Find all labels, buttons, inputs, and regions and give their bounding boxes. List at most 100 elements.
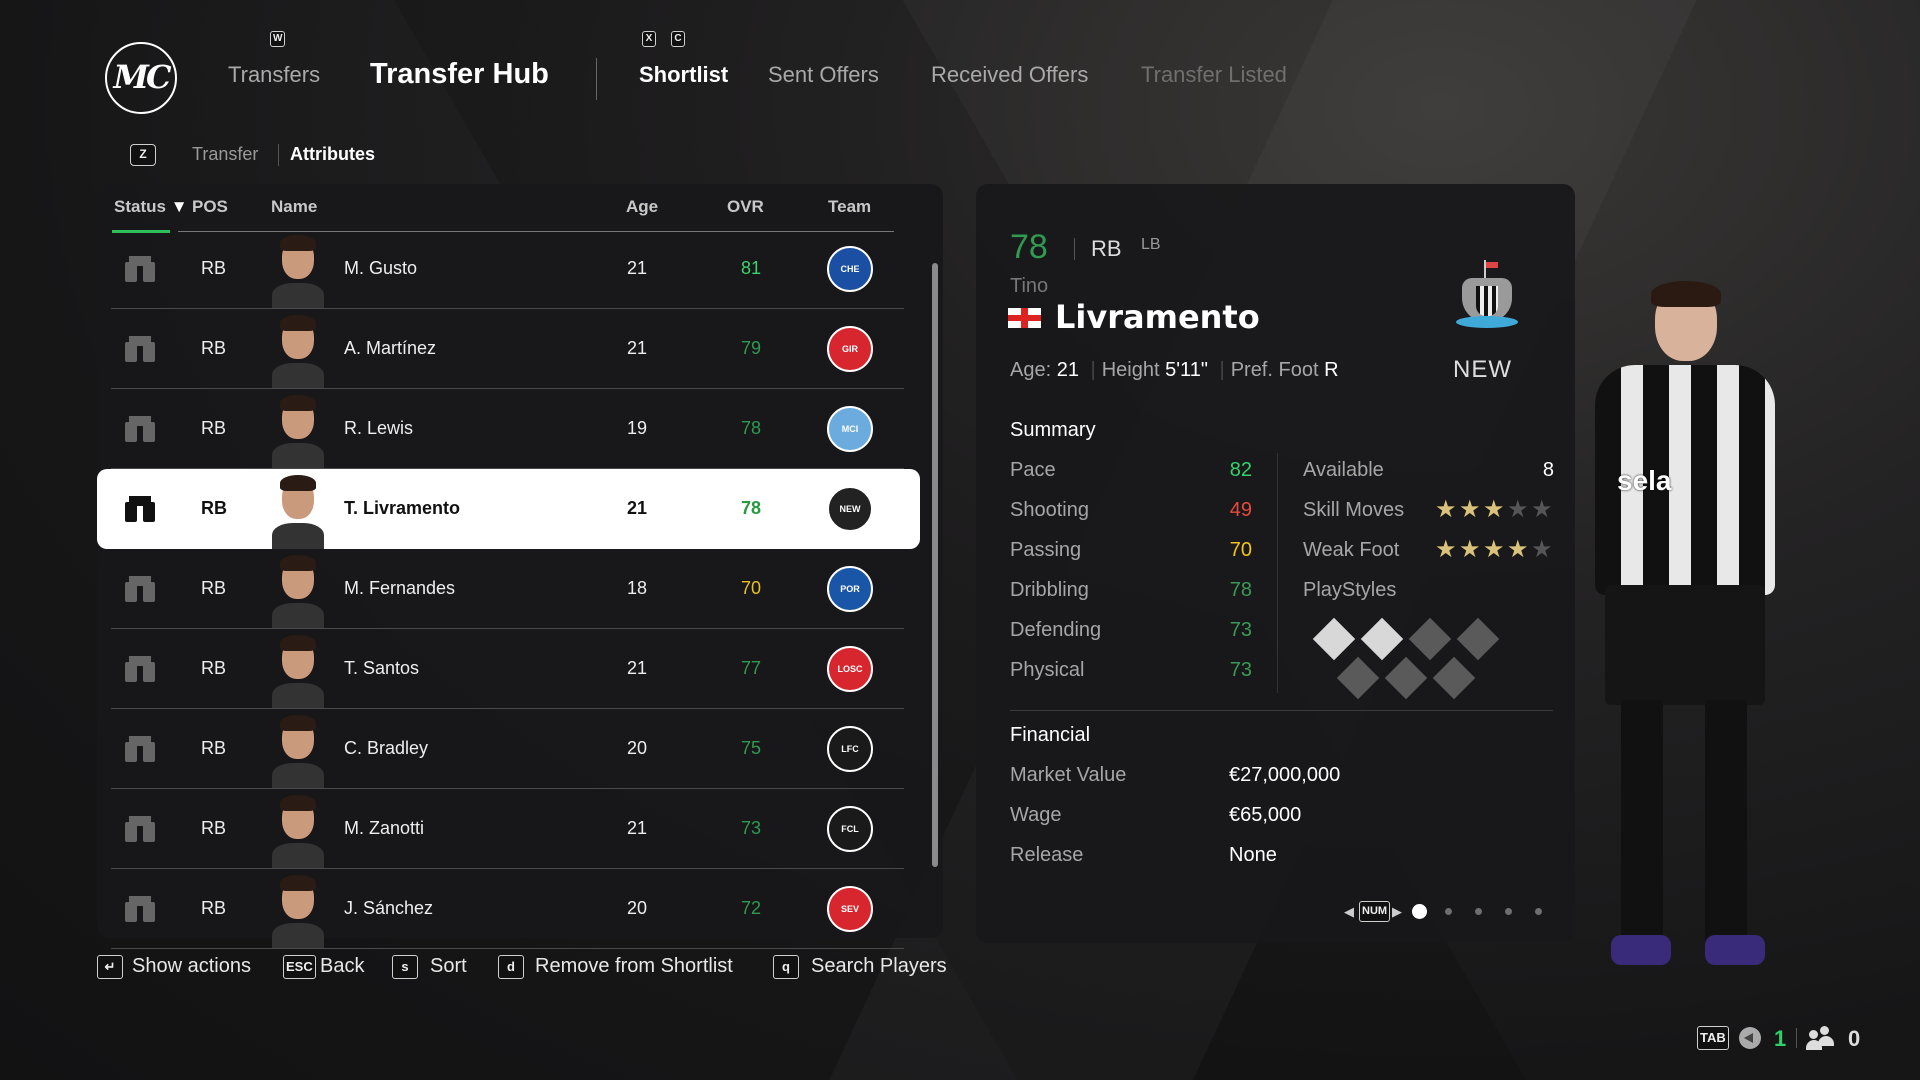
player-age: 19 xyxy=(627,418,648,438)
pager-prev-icon[interactable]: ◀ xyxy=(1344,904,1354,920)
player-ovr: 78 xyxy=(1010,228,1048,266)
player-ovr: 73 xyxy=(741,818,762,838)
player-portrait xyxy=(272,553,324,629)
hint-sort[interactable]: Sort xyxy=(430,955,467,978)
binoculars-icon xyxy=(123,496,157,522)
hint-back[interactable]: Back xyxy=(320,955,364,978)
team-badge-icon: POR xyxy=(827,566,873,612)
stat-value-passing: 70 xyxy=(1229,539,1252,561)
team-badge-icon: NEW xyxy=(827,486,873,532)
stat-value-defending: 73 xyxy=(1229,619,1252,641)
page-dot[interactable] xyxy=(1535,908,1542,915)
playstyles-label: PlayStyles xyxy=(1303,579,1397,601)
column-header-ovr[interactable]: OVR xyxy=(727,197,764,217)
column-header-team[interactable]: Team xyxy=(828,197,871,217)
summary-heading: Summary xyxy=(1010,419,1096,441)
binoculars-icon xyxy=(123,896,157,922)
key-hint-back: ESC xyxy=(283,955,316,979)
page-dot[interactable] xyxy=(1445,908,1452,915)
key-hint-show-actions: ↵ xyxy=(97,955,123,979)
pager-next-icon[interactable]: ▶ xyxy=(1392,904,1402,920)
nav-transfers[interactable]: Transfers xyxy=(228,62,320,88)
player-name: C. Bradley xyxy=(344,738,429,758)
table-row[interactable]: RB M. Zanotti 21 73 FCL xyxy=(97,789,920,869)
star-empty-icon: ★ xyxy=(1531,536,1553,563)
key-hint-tab: TAB xyxy=(1697,1026,1729,1050)
player-portrait xyxy=(272,713,324,789)
player-first-name: Tino xyxy=(1010,275,1049,297)
foot-label: Pref. Foot xyxy=(1230,359,1319,381)
tab-received-offers[interactable]: Received Offers xyxy=(931,62,1088,88)
table-row[interactable]: RB T. Livramento 21 78 NEW xyxy=(97,469,920,549)
hint-show-actions[interactable]: Show actions xyxy=(132,955,251,978)
hint-remove-from-shortlist[interactable]: Remove from Shortlist xyxy=(535,955,733,978)
sponsor-logo: sela xyxy=(1617,465,1672,496)
player-ovr: 79 xyxy=(741,338,762,358)
star-empty-icon: ★ xyxy=(1531,496,1553,523)
player-age: 21 xyxy=(627,338,648,358)
subtab-attributes[interactable]: Attributes xyxy=(290,144,375,165)
table-row[interactable]: RB J. Sánchez 20 72 SEV xyxy=(97,869,920,949)
page-dot[interactable] xyxy=(1412,904,1427,919)
column-header-name[interactable]: Name xyxy=(271,197,317,217)
scrollbar[interactable] xyxy=(932,263,938,867)
star-filled-icon: ★ xyxy=(1507,536,1529,563)
player-pos: RB xyxy=(201,418,227,438)
age-value: 21 xyxy=(1056,359,1079,381)
stat-label-pace: Pace xyxy=(1010,459,1056,481)
column-header-pos[interactable]: POS xyxy=(192,197,228,217)
people-count: 0 xyxy=(1848,1026,1861,1051)
player-ovr: 75 xyxy=(741,738,762,758)
key-hint-x: X xyxy=(642,31,656,47)
tab-shortlist[interactable]: Shortlist xyxy=(639,62,728,88)
binoculars-icon xyxy=(123,256,157,282)
player-ovr: 70 xyxy=(741,578,762,598)
table-row[interactable]: RB R. Lewis 19 78 MCI xyxy=(97,389,920,469)
stat-value-pace: 82 xyxy=(1229,459,1252,481)
stat-label-passing: Passing xyxy=(1010,539,1082,561)
column-divider xyxy=(1277,453,1278,693)
binoculars-icon xyxy=(123,656,157,682)
tab-sent-offers[interactable]: Sent Offers xyxy=(768,62,879,88)
table-row[interactable]: RB M. Gusto 21 81 CHE xyxy=(97,229,920,309)
column-header-age[interactable]: Age xyxy=(626,197,658,217)
height-label: Height xyxy=(1101,359,1160,381)
tab-transfer-listed[interactable]: Transfer Listed xyxy=(1141,62,1287,88)
player-portrait xyxy=(272,313,324,389)
stat-label-dribbling: Dribbling xyxy=(1010,579,1089,601)
market-value-label: Market Value xyxy=(1010,764,1127,786)
team-badge-icon: CHE xyxy=(827,246,873,292)
hint-search-players[interactable]: Search Players xyxy=(811,955,947,978)
player-ovr: 72 xyxy=(741,898,762,918)
team-badge-icon: LFC xyxy=(827,726,873,772)
club-abbreviation: NEW xyxy=(1453,356,1512,383)
mc-logo: MC xyxy=(105,42,177,114)
table-row[interactable]: RB A. Martínez 21 79 GIR xyxy=(97,309,920,389)
player-portrait xyxy=(272,233,324,309)
player-ovr: 78 xyxy=(741,498,762,518)
team-badge-icon: SEV xyxy=(827,886,873,932)
status-label: Status xyxy=(114,197,166,216)
team-badge-icon: LOSC xyxy=(827,646,873,692)
voice-chat-icon xyxy=(1739,1027,1761,1049)
player-pos: RB xyxy=(201,258,227,278)
subtab-transfer[interactable]: Transfer xyxy=(192,144,258,165)
team-badge-icon: GIR xyxy=(827,326,873,372)
table-row[interactable]: RB M. Fernandes 18 70 POR xyxy=(97,549,920,629)
stat-value-dribbling: 78 xyxy=(1229,579,1252,601)
voice-count: 1 xyxy=(1774,1026,1787,1051)
player-portrait xyxy=(272,793,324,869)
star-filled-icon: ★ xyxy=(1483,536,1505,563)
player-pos: RB xyxy=(201,658,227,678)
skill-moves-label: Skill Moves xyxy=(1303,499,1405,521)
column-header-status[interactable]: Status ▼ xyxy=(114,197,188,217)
star-filled-icon: ★ xyxy=(1459,496,1481,523)
player-position: RB xyxy=(1091,236,1122,261)
page-dot[interactable] xyxy=(1505,908,1512,915)
table-row[interactable]: RB C. Bradley 20 75 LFC xyxy=(97,709,920,789)
table-row[interactable]: RB T. Santos 21 77 LOSC xyxy=(97,629,920,709)
financial-heading: Financial xyxy=(1010,724,1091,746)
player-portrait xyxy=(272,473,324,549)
page-dot[interactable] xyxy=(1475,908,1482,915)
player-name: T. Santos xyxy=(344,658,420,678)
